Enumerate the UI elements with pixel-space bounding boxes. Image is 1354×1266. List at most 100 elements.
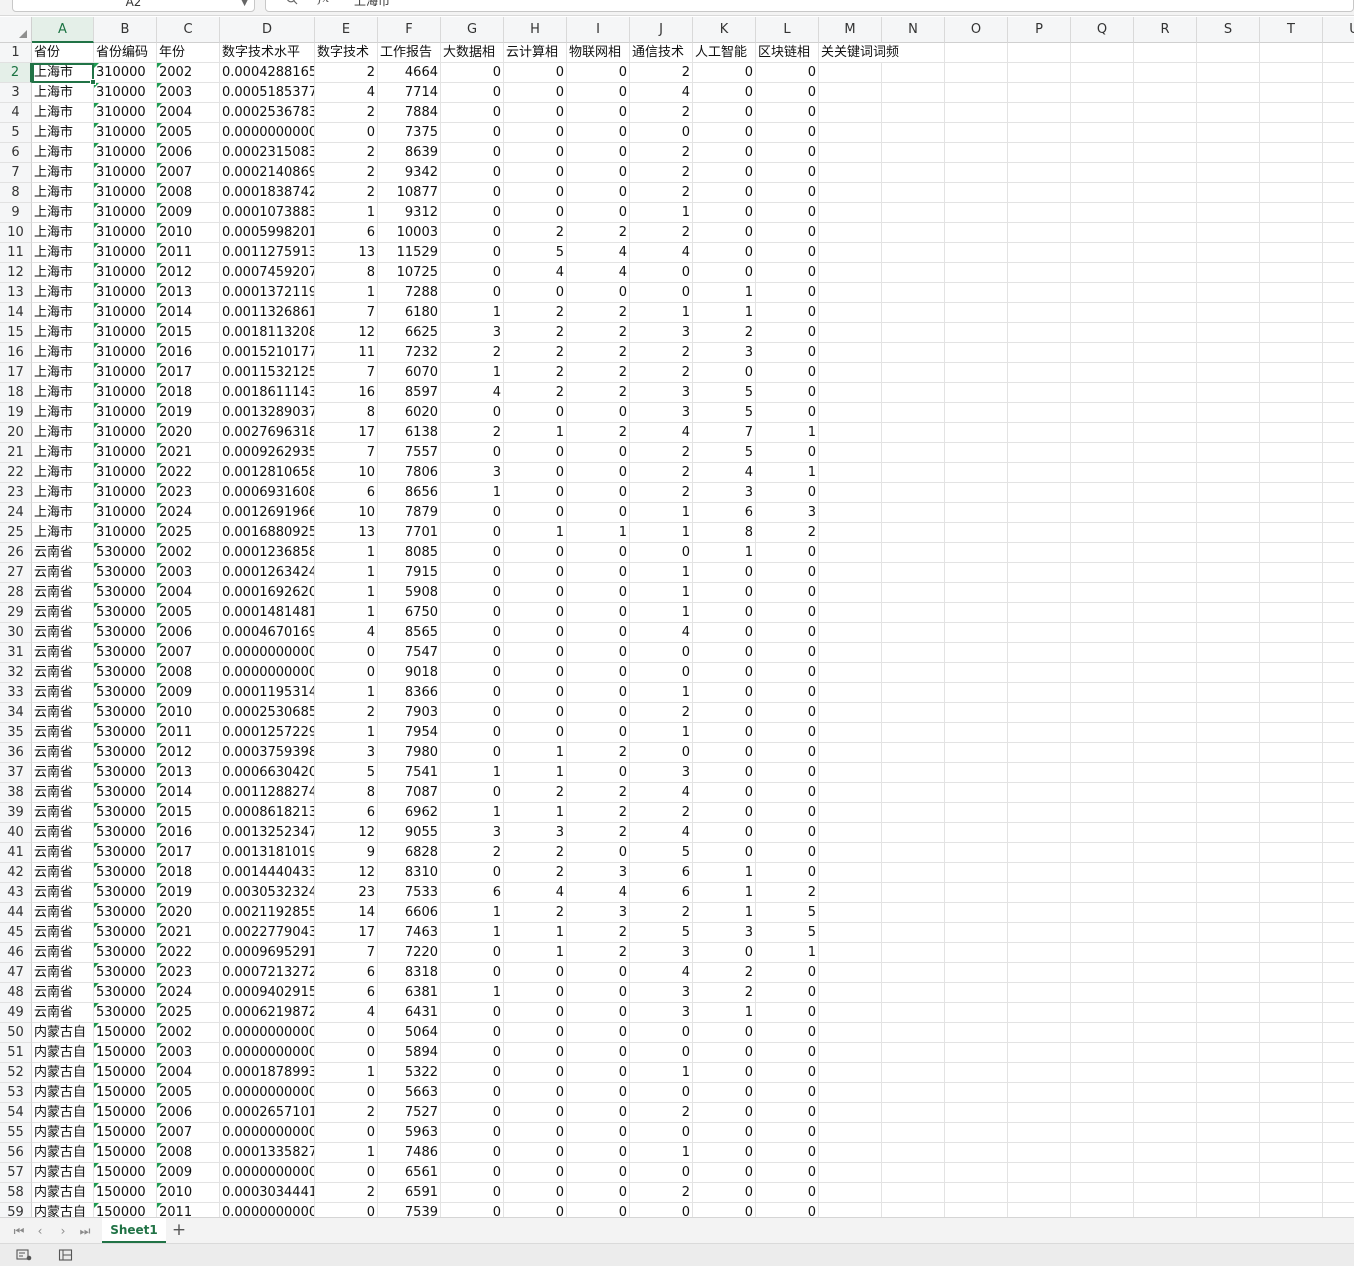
col-header-j[interactable]: J — [630, 17, 693, 43]
table-cell[interactable]: 7 — [315, 303, 378, 323]
table-cell[interactable] — [819, 843, 882, 863]
table-cell[interactable]: 2 — [504, 363, 567, 383]
table-cell[interactable] — [1071, 163, 1134, 183]
table-cell[interactable]: 1 — [504, 743, 567, 763]
table-cell[interactable] — [1323, 1183, 1354, 1203]
col-header-p[interactable]: P — [1008, 17, 1071, 43]
table-cell[interactable] — [1197, 1063, 1260, 1083]
table-cell[interactable] — [1134, 643, 1197, 663]
table-cell[interactable]: 2 — [630, 803, 693, 823]
table-cell[interactable] — [1008, 763, 1071, 783]
table-cell[interactable] — [1323, 1143, 1354, 1163]
table-cell[interactable] — [819, 503, 882, 523]
table-cell[interactable]: 1 — [315, 723, 378, 743]
table-cell[interactable] — [1260, 483, 1323, 503]
table-cell[interactable]: 7541 — [378, 763, 441, 783]
row-header[interactable]: 8 — [0, 183, 32, 203]
table-cell[interactable]: 1 — [441, 303, 504, 323]
table-cell[interactable] — [1197, 943, 1260, 963]
table-cell[interactable] — [1008, 1063, 1071, 1083]
table-cell[interactable] — [1134, 203, 1197, 223]
table-cell[interactable]: 云南省 — [32, 883, 94, 903]
table-cell[interactable] — [1134, 443, 1197, 463]
table-cell[interactable] — [819, 683, 882, 703]
table-cell[interactable]: 310000 — [94, 283, 157, 303]
table-cell[interactable] — [1071, 943, 1134, 963]
table-cell[interactable]: 12 — [315, 863, 378, 883]
table-cell[interactable] — [1197, 703, 1260, 723]
table-cell[interactable] — [1071, 623, 1134, 643]
table-cell[interactable] — [882, 283, 945, 303]
table-cell[interactable]: 云南省 — [32, 603, 94, 623]
table-cell[interactable]: 0 — [567, 1083, 630, 1103]
table-cell[interactable] — [1197, 603, 1260, 623]
table-cell[interactable]: 1 — [315, 1143, 378, 1163]
table-cell[interactable] — [945, 123, 1008, 143]
table-cell[interactable]: 0 — [756, 203, 819, 223]
table-cell[interactable]: 0 — [504, 643, 567, 663]
table-cell[interactable]: 内蒙古自 — [32, 1123, 94, 1143]
table-cell[interactable]: 0 — [315, 643, 378, 663]
header-cell[interactable] — [1197, 43, 1260, 63]
table-cell[interactable]: 0.0018611143 — [220, 383, 315, 403]
table-cell[interactable]: 0 — [567, 603, 630, 623]
table-cell[interactable] — [1008, 243, 1071, 263]
table-cell[interactable]: 内蒙古自 — [32, 1083, 94, 1103]
table-cell[interactable]: 0 — [504, 1123, 567, 1143]
table-cell[interactable]: 310000 — [94, 223, 157, 243]
table-cell[interactable] — [1323, 363, 1354, 383]
table-cell[interactable]: 0 — [504, 403, 567, 423]
table-cell[interactable]: 0 — [441, 663, 504, 683]
table-cell[interactable]: 2006 — [157, 1103, 220, 1123]
table-cell[interactable]: 0 — [567, 463, 630, 483]
table-cell[interactable] — [1197, 883, 1260, 903]
table-cell[interactable]: 0.0011326861 — [220, 303, 315, 323]
table-cell[interactable]: 150000 — [94, 1023, 157, 1043]
table-cell[interactable]: 310000 — [94, 263, 157, 283]
table-cell[interactable] — [1071, 323, 1134, 343]
table-cell[interactable] — [1197, 983, 1260, 1003]
row-header[interactable]: 56 — [0, 1143, 32, 1163]
table-cell[interactable]: 0.0006630420 — [220, 763, 315, 783]
table-cell[interactable]: 2 — [567, 823, 630, 843]
table-cell[interactable] — [819, 823, 882, 843]
table-cell[interactable]: 2007 — [157, 163, 220, 183]
table-cell[interactable] — [1260, 1143, 1323, 1163]
table-cell[interactable]: 7527 — [378, 1103, 441, 1123]
table-cell[interactable] — [945, 1143, 1008, 1163]
table-cell[interactable] — [1071, 1083, 1134, 1103]
prev-sheet-icon[interactable]: ‹ — [31, 1222, 49, 1240]
table-cell[interactable] — [819, 63, 882, 83]
table-cell[interactable]: 2 — [567, 363, 630, 383]
table-cell[interactable]: 310000 — [94, 123, 157, 143]
table-cell[interactable]: 2 — [693, 323, 756, 343]
table-cell[interactable]: 0 — [756, 443, 819, 463]
row-header[interactable]: 26 — [0, 543, 32, 563]
table-cell[interactable]: 0 — [756, 623, 819, 643]
table-cell[interactable] — [1323, 283, 1354, 303]
table-cell[interactable] — [1197, 163, 1260, 183]
table-cell[interactable]: 0 — [441, 1003, 504, 1023]
table-cell[interactable] — [1071, 483, 1134, 503]
row-header[interactable]: 47 — [0, 963, 32, 983]
table-cell[interactable]: 4 — [315, 1003, 378, 1023]
row-header[interactable]: 54 — [0, 1103, 32, 1123]
table-cell[interactable]: 310000 — [94, 323, 157, 343]
table-cell[interactable] — [1260, 183, 1323, 203]
col-header-r[interactable]: R — [1134, 17, 1197, 43]
table-cell[interactable] — [882, 943, 945, 963]
table-cell[interactable] — [1008, 1143, 1071, 1163]
table-cell[interactable] — [1197, 123, 1260, 143]
table-cell[interactable] — [1008, 443, 1071, 463]
table-cell[interactable] — [1260, 263, 1323, 283]
table-cell[interactable] — [1071, 1143, 1134, 1163]
table-cell[interactable] — [945, 483, 1008, 503]
table-cell[interactable]: 0.0001195314 — [220, 683, 315, 703]
table-cell[interactable]: 310000 — [94, 143, 157, 163]
table-cell[interactable]: 0.0001692620 — [220, 583, 315, 603]
table-cell[interactable]: 0 — [315, 1023, 378, 1043]
table-cell[interactable] — [819, 103, 882, 123]
table-cell[interactable]: 1 — [441, 803, 504, 823]
table-cell[interactable]: 10877 — [378, 183, 441, 203]
row-header[interactable]: 35 — [0, 723, 32, 743]
